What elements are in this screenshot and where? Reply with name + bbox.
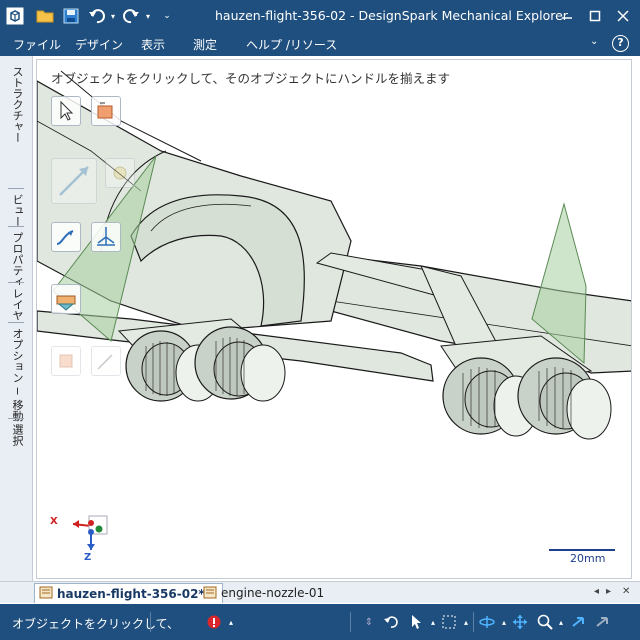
document-icon <box>203 585 217 602</box>
tab-divider <box>8 418 24 419</box>
status-divider <box>150 612 151 632</box>
detach-handle-icon[interactable] <box>91 346 121 376</box>
ribbon-collapse-icon[interactable]: ⌄ <box>590 36 598 47</box>
side-panel-tabs: ストラクチャー ビュー プロパティ レイヤ オプション − 移動 選択 <box>0 56 33 582</box>
menu-bar: ファイル デザイン 表示 測定 ヘルプ /リソース ⌄ ? <box>0 32 640 56</box>
title-bar: ▾ ▾ ⌄ hauzen-flight-356-02 - DesignSpark… <box>0 0 640 32</box>
rotate-handle-icon[interactable] <box>51 284 81 314</box>
tab-divider <box>8 322 24 323</box>
undo-dropdown-icon[interactable]: ▾ <box>108 5 118 27</box>
anchor-icon[interactable] <box>105 158 135 188</box>
move-handle-icon[interactable] <box>91 96 121 126</box>
error-dropdown-icon[interactable]: ▴ <box>222 613 240 631</box>
tab-layers[interactable]: レイヤ <box>7 288 27 321</box>
save-icon[interactable] <box>60 5 82 27</box>
undo-icon[interactable] <box>86 5 108 27</box>
document-icon <box>39 585 53 602</box>
status-bar: オブジェクトをクリックして、 ▴ ⇕ ▴ ▴ ▴ ▴ <box>0 604 640 640</box>
customize-dropdown-icon[interactable]: ⌄ <box>160 5 174 27</box>
open-folder-icon[interactable] <box>34 5 56 27</box>
tab-divider <box>8 226 24 227</box>
status-divider <box>473 612 474 632</box>
scale-bar <box>549 549 615 551</box>
x-axis-label: X <box>50 516 58 527</box>
zoom-dropdown-icon[interactable]: ▴ <box>552 613 570 631</box>
tab-options-move[interactable]: オプション − 移動 <box>7 328 27 421</box>
redo-dropdown-icon[interactable]: ▾ <box>143 5 153 27</box>
menu-file[interactable]: ファイル <box>13 36 61 53</box>
menu-design[interactable]: デザイン <box>75 36 123 53</box>
copy-handle-icon[interactable] <box>51 346 81 376</box>
axis-triad[interactable]: X Z <box>47 500 127 578</box>
tab-close-all-icon[interactable]: ✕ <box>622 586 630 597</box>
tab-select[interactable]: 選択 <box>7 424 27 446</box>
minimize-icon[interactable] <box>552 4 582 28</box>
tab-engine-nozzle-label: engine-nozzle-01 <box>221 586 325 600</box>
next-view-icon[interactable] <box>594 613 612 631</box>
status-message: オブジェクトをクリックして、 <box>12 617 180 631</box>
menu-help[interactable]: ヘルプ /リソース <box>246 36 337 53</box>
window-title: hauzen-flight-356-02 - DesignSpark Mecha… <box>215 8 568 23</box>
z-axis-label: Z <box>84 552 92 563</box>
status-divider <box>350 612 351 632</box>
tab-divider <box>8 282 24 283</box>
orbit-icon[interactable] <box>478 613 496 631</box>
tab-structure[interactable]: ストラクチャー <box>7 66 27 143</box>
select-tool-icon[interactable] <box>51 96 81 126</box>
app-logo-icon[interactable] <box>4 5 26 27</box>
help-icon[interactable]: ? <box>612 35 629 52</box>
tab-view[interactable]: ビュー <box>7 194 27 227</box>
select-undo-icon[interactable] <box>382 613 400 631</box>
close-icon[interactable] <box>608 4 638 28</box>
tab-engine-nozzle[interactable]: engine-nozzle-01 <box>203 583 324 603</box>
tab-properties[interactable]: プロパティ <box>7 232 27 287</box>
3d-viewport[interactable]: オブジェクトをクリックして、そのオブジェクトにハンドルを揃えます X Z 20m… <box>36 59 632 579</box>
pointer-icon[interactable] <box>407 613 425 631</box>
along-path-icon[interactable] <box>51 222 81 252</box>
document-tabs: hauzen-flight-356-02* ✕ engine-nozzle-01… <box>0 581 640 603</box>
pivot-icon[interactable] <box>91 222 121 252</box>
maximize-icon[interactable] <box>580 4 610 28</box>
menu-measure[interactable]: 測定 <box>193 36 217 53</box>
previous-view-icon[interactable] <box>570 613 588 631</box>
pan-icon[interactable] <box>511 613 529 631</box>
menu-display[interactable]: 表示 <box>141 36 165 53</box>
error-icon[interactable] <box>205 613 223 631</box>
spin-icon[interactable]: ⇕ <box>360 613 378 631</box>
box-select-icon[interactable] <box>440 613 458 631</box>
tab-scroll-right-icon[interactable]: ▸ <box>606 586 611 597</box>
tab-active-document[interactable]: hauzen-flight-356-02* ✕ <box>34 583 223 603</box>
scale-label: 20mm <box>570 552 606 565</box>
tab-active-label: hauzen-flight-356-02* <box>57 586 205 601</box>
tab-divider <box>8 188 24 189</box>
move-direction-icon[interactable] <box>51 158 97 204</box>
tab-scroll-left-icon[interactable]: ◂ <box>594 586 599 597</box>
viewport-hint: オブジェクトをクリックして、そのオブジェクトにハンドルを揃えます <box>51 71 451 86</box>
redo-icon[interactable] <box>120 5 142 27</box>
